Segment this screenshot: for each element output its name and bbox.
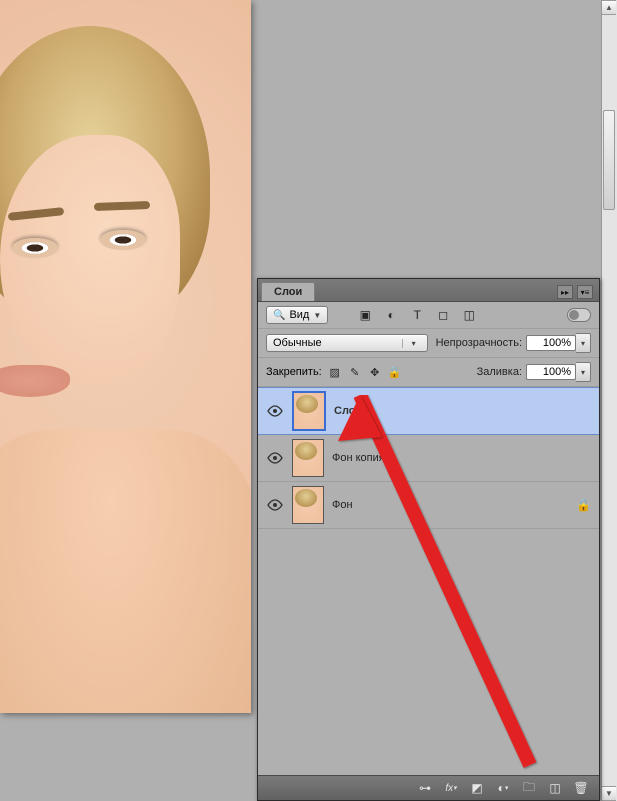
filter-type-dropdown[interactable]: 🔍 Вид ▼ <box>266 306 328 324</box>
layer-row[interactable]: Фон 🔒 <box>258 482 599 529</box>
filter-adjust-icon[interactable]: ◐ <box>384 308 398 322</box>
panel-header: Слои ▸▸ ▾≡ <box>258 279 599 302</box>
layer-row[interactable]: Слой 1 <box>258 387 599 435</box>
visibility-toggle[interactable] <box>266 496 284 514</box>
lock-icon: 🔒 <box>576 498 591 512</box>
filter-row: 🔍 Вид ▼ ▣ ◐ T ◻ ◫ <box>258 302 599 329</box>
adjustment-button[interactable]: ◐▾ <box>495 780 511 796</box>
filter-toggle[interactable] <box>567 308 591 322</box>
opacity-spinner[interactable]: ▾ <box>576 333 591 353</box>
panel-footer: ⊶ fx▾ ◩ ◐▾ 🗀 ◫ 🗑 <box>258 775 599 800</box>
lock-label: Закрепить: <box>266 366 322 378</box>
panel-body: 🔍 Вид ▼ ▣ ◐ T ◻ ◫ Обычные ▾ Непр <box>258 302 599 775</box>
layer-row[interactable]: Фон копия <box>258 435 599 482</box>
photo-image <box>0 0 251 713</box>
new-layer-button[interactable]: ◫ <box>547 780 563 796</box>
layer-thumbnail[interactable] <box>292 439 324 477</box>
opacity-label: Непрозрачность: <box>436 337 522 349</box>
eye-icon <box>267 452 283 464</box>
scroll-up-button[interactable]: ▲ <box>602 0 616 15</box>
layer-name[interactable]: Слой 1 <box>334 405 371 417</box>
filter-smart-icon[interactable]: ◫ <box>462 308 476 322</box>
layer-name[interactable]: Фон копия <box>332 452 385 464</box>
eye-icon <box>267 405 283 417</box>
link-layers-button[interactable]: ⊶ <box>417 780 433 796</box>
layer-thumbnail[interactable] <box>292 391 326 431</box>
blend-opacity-row: Обычные ▾ Непрозрачность: 100% ▾ <box>258 329 599 358</box>
blend-mode-value: Обычные <box>273 337 322 349</box>
visibility-toggle[interactable] <box>266 449 284 467</box>
layers-tab[interactable]: Слои <box>261 282 315 301</box>
layer-thumbnail[interactable] <box>292 486 324 524</box>
filter-type-icon[interactable]: T <box>410 308 424 322</box>
chevron-updown-icon: ▾ <box>402 339 421 348</box>
lock-brush-icon[interactable]: ✎ <box>348 365 362 379</box>
fill-spinner[interactable]: ▾ <box>576 362 591 382</box>
workspace: ▲ ▼ Слои ▸▸ ▾≡ 🔍 Вид ▼ ▣ ◐ T <box>0 0 617 801</box>
fill-label: Заливка: <box>477 366 522 378</box>
delete-layer-button[interactable]: 🗑 <box>573 780 589 796</box>
layer-list: Слой 1 Фон копия Фон 🔒 <box>258 387 599 775</box>
vertical-scrollbar[interactable]: ▲ ▼ <box>601 0 617 801</box>
eye-icon <box>267 499 283 511</box>
document-canvas[interactable] <box>0 0 251 713</box>
panel-menu-button[interactable]: ▾≡ <box>577 285 593 299</box>
visibility-toggle[interactable] <box>266 402 284 420</box>
layer-name[interactable]: Фон <box>332 499 353 511</box>
lock-fill-row: Закрепить: ▨ ✎ ✥ 🔒 Заливка: 100% ▾ <box>258 358 599 387</box>
lock-transparency-icon[interactable]: ▨ <box>328 365 342 379</box>
mask-button[interactable]: ◩ <box>469 780 485 796</box>
panel-collapse-button[interactable]: ▸▸ <box>557 285 573 299</box>
lock-move-icon[interactable]: ✥ <box>368 365 382 379</box>
scroll-thumb[interactable] <box>603 110 615 210</box>
lock-all-icon[interactable]: 🔒 <box>388 365 402 379</box>
fill-input[interactable]: 100% <box>526 364 576 380</box>
filter-label: Вид <box>289 309 309 321</box>
chevron-down-icon: ▼ <box>313 311 321 320</box>
group-button[interactable]: 🗀 <box>521 780 537 796</box>
blend-mode-dropdown[interactable]: Обычные ▾ <box>266 334 428 352</box>
search-icon: 🔍 <box>273 310 285 321</box>
opacity-input[interactable]: 100% <box>526 335 576 351</box>
scroll-down-button[interactable]: ▼ <box>602 786 616 801</box>
layers-panel: Слои ▸▸ ▾≡ 🔍 Вид ▼ ▣ ◐ T ◻ ◫ <box>257 278 600 801</box>
filter-image-icon[interactable]: ▣ <box>358 308 372 322</box>
fx-button[interactable]: fx▾ <box>443 780 459 796</box>
filter-shape-icon[interactable]: ◻ <box>436 308 450 322</box>
